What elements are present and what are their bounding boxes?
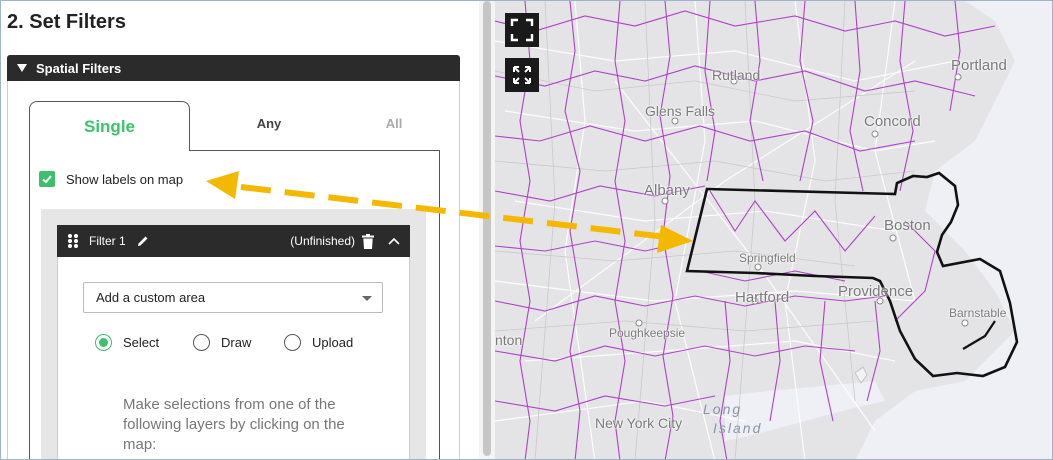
map-label-barnstable: Barnstable (949, 306, 1007, 320)
screenshot-frame: 2. Set Filters Spatial Filters Single An… (0, 0, 1053, 460)
map-label-concord: Concord (864, 113, 921, 130)
fullscreen-button[interactable] (505, 13, 539, 47)
area-type-select[interactable]: Add a custom area (83, 282, 383, 313)
mode-upload-radio[interactable] (284, 334, 301, 351)
map-label-island: Island (713, 420, 763, 436)
tab-all[interactable]: All (351, 116, 437, 131)
page-title: 2. Set Filters (7, 11, 126, 33)
map-label-rutland: Rutland (712, 67, 761, 83)
filter-name: Filter 1 (89, 234, 126, 248)
mode-draw-label: Draw (221, 335, 252, 350)
filter-panel: 2. Set Filters Spatial Filters Single An… (1, 1, 469, 459)
mode-select-radio[interactable] (95, 334, 112, 351)
show-labels-checkbox[interactable] (39, 171, 55, 187)
map-label-providence: Providence (838, 283, 914, 300)
mode-upload-label: Upload (312, 335, 354, 350)
map-label-nton: nton (495, 332, 523, 348)
mode-draw-radio[interactable] (193, 334, 210, 351)
dropdown-arrow-icon (362, 296, 372, 301)
pencil-icon[interactable] (136, 234, 150, 248)
tab-divider (189, 150, 440, 151)
map-label-hartford: Hartford (735, 289, 790, 306)
mode-select-label: Select (123, 335, 160, 350)
trash-icon[interactable] (362, 233, 374, 249)
area-type-select-value: Add a custom area (96, 290, 206, 305)
map-label-new-york-city: New York City (595, 415, 683, 431)
tab-any[interactable]: Any (191, 116, 347, 131)
show-labels-row[interactable]: Show labels on map (39, 171, 183, 187)
selection-instructions: Make selections from one of the followin… (123, 396, 345, 453)
check-icon (42, 175, 52, 184)
filter-card-header[interactable]: Filter 1 (Unfinished) (57, 225, 410, 257)
spatial-filters-header[interactable]: Spatial Filters (7, 55, 460, 81)
map-label-long: Long (703, 401, 743, 417)
mode-select-option[interactable]: Select (95, 334, 159, 351)
tab-single[interactable]: Single (29, 101, 190, 151)
map-label-glens-falls: Glens Falls (645, 103, 716, 119)
expand-button[interactable] (505, 58, 539, 92)
expand-icon (513, 66, 531, 84)
map-label-portland: Portland (951, 57, 1007, 74)
map-label-albany: Albany (644, 182, 690, 199)
mode-upload-option[interactable]: Upload (284, 334, 353, 351)
map-view[interactable]: Rutland Portland Glens Falls Concord Alb… (495, 1, 1052, 459)
map-label-springfield: Springfield (739, 251, 796, 265)
caret-down-icon (17, 64, 27, 72)
mode-draw-option[interactable]: Draw (193, 334, 251, 351)
spatial-filters-title: Spatial Filters (36, 60, 122, 76)
show-labels-label: Show labels on map (66, 171, 184, 187)
map-label-boston: Boston (884, 217, 931, 234)
fullscreen-icon (510, 18, 534, 42)
chevron-up-icon[interactable] (388, 237, 400, 245)
map-label-poughkeepsie: Poughkeepsie (609, 326, 686, 340)
filter-status: (Unfinished) (290, 234, 355, 248)
drag-handle-icon[interactable] (67, 233, 79, 249)
panel-scrollbar-thumb[interactable] (483, 1, 491, 456)
